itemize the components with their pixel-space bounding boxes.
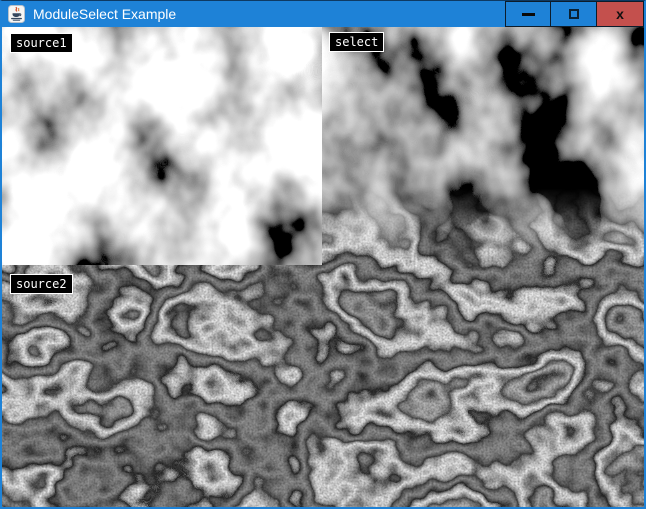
label-source1: source1 — [10, 33, 73, 53]
source1-texture — [2, 27, 322, 265]
minimize-button[interactable] — [505, 1, 551, 27]
close-icon: x — [616, 7, 624, 21]
minimize-icon — [522, 13, 535, 16]
java-coffee-cup-icon — [8, 5, 25, 23]
maximize-icon — [569, 9, 579, 19]
close-button[interactable]: x — [596, 1, 644, 27]
maximize-button[interactable] — [550, 1, 597, 27]
titlebar[interactable]: ModuleSelect Example x — [2, 1, 644, 27]
app-window: ModuleSelect Example x — [0, 0, 646, 509]
window-controls: x — [506, 1, 644, 27]
label-source2: source2 — [10, 274, 73, 294]
window-title: ModuleSelect Example — [33, 1, 176, 27]
select-texture — [322, 27, 644, 265]
label-select: select — [329, 32, 384, 52]
noise-render-canvas: source1 select source2 — [2, 27, 644, 507]
